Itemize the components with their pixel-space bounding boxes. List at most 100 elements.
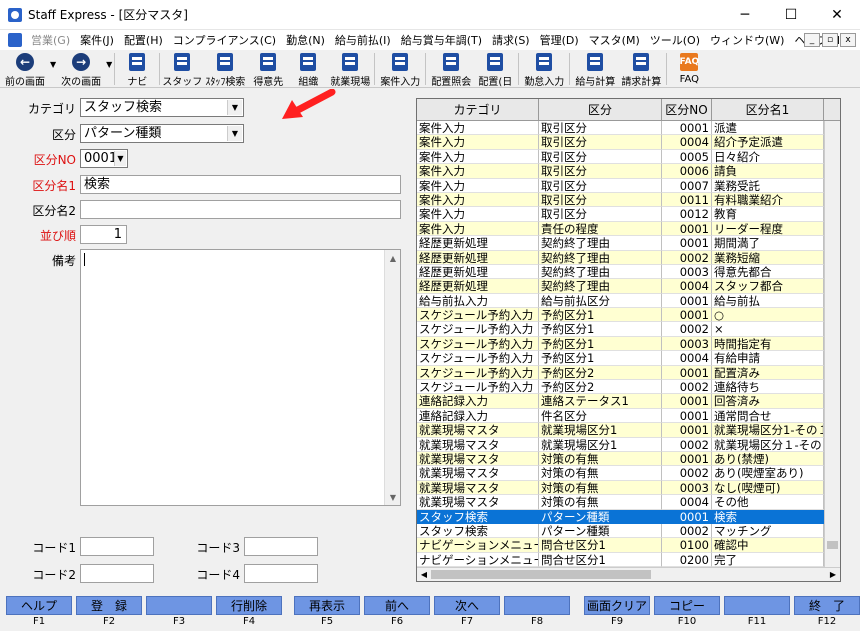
table-row[interactable]: 給与前払入力 給与前払区分 0001 給与前払 xyxy=(417,293,840,309)
grid-horizontal-scrollbar[interactable]: ◀ ▶ xyxy=(417,567,840,581)
next-screen-button[interactable]: → 次の画面 xyxy=(56,50,106,88)
mdi-restore-button[interactable]: ▫ xyxy=(822,33,838,47)
kubun-grid[interactable]: カテゴリ 区分 区分NO 区分名1 案件入力 取引区分 0001 派遣 案件入力 取引区分… xyxy=(416,98,841,582)
fkey-f9-button[interactable]: 画面クリア xyxy=(584,596,650,615)
mdi-minimize-button[interactable]: _ xyxy=(804,33,820,47)
table-row[interactable]: 案件入力 責任の程度 0001 リーダー程度 xyxy=(417,221,840,237)
next-dropdown-icon[interactable]: ▼ xyxy=(106,60,112,69)
scroll-right-icon[interactable]: ▶ xyxy=(826,568,840,581)
table-row[interactable]: 案件入力 取引区分 0011 有料職業紹介 xyxy=(417,192,840,208)
fkey-f2-button[interactable]: 登 録 xyxy=(76,596,142,615)
fkey-f10-button[interactable]: コピー xyxy=(654,596,720,615)
prev-screen-button[interactable]: ← 前の画面 xyxy=(0,50,50,88)
table-row[interactable]: ナビゲーションメニュー 問合せ区分1 0100 確認中 xyxy=(417,538,840,553)
menu-attendance[interactable]: 勤怠(N) xyxy=(281,32,330,48)
mdi-close-button[interactable]: x xyxy=(840,33,856,47)
chevron-down-icon[interactable]: ▼ xyxy=(227,126,242,141)
table-row[interactable]: スケジュール予約入力 予約区分2 0002 連絡待ち xyxy=(417,380,840,395)
category-select[interactable]: スタッフ検索 ▼ xyxy=(80,98,244,117)
table-row[interactable]: 就業現場マスタ 対策の有無 0001 あり(禁煙) xyxy=(417,451,840,467)
fkey-f5-button[interactable]: 再表示 xyxy=(294,596,360,615)
fkey-f3-button[interactable] xyxy=(146,596,212,615)
assign-daily-button[interactable]: 配置(日 xyxy=(474,50,516,88)
assign-query-button[interactable]: 配置照会 xyxy=(428,50,474,88)
staff-button[interactable]: スタッフ xyxy=(162,50,202,88)
name2-input[interactable] xyxy=(80,200,401,219)
table-row[interactable]: 案件入力 取引区分 0006 請負 xyxy=(417,164,840,179)
staff-search-button[interactable]: ｽﾀｯﾌ検索 xyxy=(202,50,248,88)
table-row[interactable]: 経歴更新処理 契約終了理由 0001 期間満了 xyxy=(417,236,840,251)
grid-header-kubun-no[interactable]: 区分NO xyxy=(662,99,712,120)
table-row[interactable]: スケジュール予約入力 予約区分2 0001 配置済み xyxy=(417,365,840,381)
table-row[interactable]: 就業現場マスタ 対策の有無 0004 その他 xyxy=(417,495,840,510)
table-row[interactable]: 案件入力 取引区分 0004 紹介予定派遣 xyxy=(417,135,840,150)
table-row[interactable]: 就業現場マスタ 就業現場区分1 0002 就業現場区分１-その２ xyxy=(417,437,840,452)
minimize-button[interactable]: ─ xyxy=(722,0,768,30)
case-input-button[interactable]: 案件入力 xyxy=(377,50,423,88)
faq-button[interactable]: FAQ FAQ xyxy=(669,50,709,88)
kubun-select[interactable]: パターン種類 ▼ xyxy=(80,124,244,143)
kubun-no-select[interactable]: 0001 ▼ xyxy=(80,149,128,168)
grid-header-category[interactable]: カテゴリ xyxy=(417,99,539,120)
work-site-button[interactable]: 就業現場 xyxy=(328,50,372,88)
table-row[interactable]: 案件入力 取引区分 0005 日々紹介 xyxy=(417,149,840,165)
grid-header-kubun[interactable]: 区分 xyxy=(539,99,662,120)
organization-button[interactable]: 組織 xyxy=(288,50,328,88)
chevron-down-icon[interactable]: ▼ xyxy=(114,151,126,166)
table-row[interactable]: 案件入力 取引区分 0012 教育 xyxy=(417,207,840,222)
table-row[interactable]: 就業現場マスタ 対策の有無 0002 あり(喫煙室あり) xyxy=(417,466,840,481)
chevron-down-icon[interactable]: ▼ xyxy=(227,100,242,115)
menu-prepay[interactable]: 給与前払(I) xyxy=(330,32,396,48)
table-row[interactable]: 連絡記録入力 件名区分 0001 通常問合せ xyxy=(417,408,840,424)
table-row[interactable]: 経歴更新処理 契約終了理由 0004 スタッフ都合 xyxy=(417,279,840,294)
navi-button[interactable]: ナビ xyxy=(117,50,157,88)
fkey-f4-button[interactable]: 行削除 xyxy=(216,596,282,615)
menu-case[interactable]: 案件(J) xyxy=(75,32,119,48)
menu-master[interactable]: マスタ(M) xyxy=(584,32,645,48)
scroll-thumb[interactable] xyxy=(827,541,838,549)
fkey-f8-button[interactable] xyxy=(504,596,570,615)
table-row[interactable]: スケジュール予約入力 予約区分1 0002 × xyxy=(417,322,840,337)
code3-input[interactable] xyxy=(244,537,318,556)
table-row[interactable]: 就業現場マスタ 就業現場区分1 0001 就業現場区分1-その１ xyxy=(417,423,840,438)
memo-textarea[interactable]: ▲ ▼ xyxy=(80,249,401,506)
menu-assign[interactable]: 配置(H) xyxy=(119,32,168,48)
table-row[interactable]: 案件入力 取引区分 0007 業務受託 xyxy=(417,178,840,193)
fkey-f7-button[interactable]: 次へ xyxy=(434,596,500,615)
menu-window[interactable]: ウィンドウ(W) xyxy=(705,32,789,48)
sort-order-input[interactable]: 1 xyxy=(80,225,127,244)
payroll-calc-button[interactable]: 給与計算 xyxy=(572,50,618,88)
close-button[interactable]: ✕ xyxy=(814,0,860,30)
scroll-up-icon[interactable]: ▲ xyxy=(385,250,401,266)
fkey-f1-button[interactable]: ヘルプ xyxy=(6,596,72,615)
table-row[interactable]: ナビゲーションメニュー 問合せ区分1 0200 完了 xyxy=(417,552,840,568)
table-row[interactable]: 案件入力 取引区分 0001 派遣 xyxy=(417,121,840,136)
table-row[interactable]: スタッフ検索 パターン種類 0002 マッチング xyxy=(417,523,840,539)
code4-input[interactable] xyxy=(244,564,318,583)
grid-vertical-scrollbar[interactable] xyxy=(824,121,840,569)
table-row[interactable]: 経歴更新処理 契約終了理由 0002 業務短縮 xyxy=(417,250,840,265)
fkey-f11-button[interactable] xyxy=(724,596,790,615)
menu-sales[interactable]: 営業(G) xyxy=(26,32,75,48)
menu-compliance[interactable]: コンプライアンス(C) xyxy=(168,32,281,48)
attendance-input-button[interactable]: 勤怠入力 xyxy=(521,50,567,88)
code2-input[interactable] xyxy=(80,564,154,583)
table-row[interactable]: スケジュール予約入力 予約区分1 0004 有給申請 xyxy=(417,351,840,366)
maximize-button[interactable]: ☐ xyxy=(768,0,814,30)
fkey-f6-button[interactable]: 前へ xyxy=(364,596,430,615)
table-row[interactable]: スケジュール予約入力 予約区分1 0001 ○ xyxy=(417,308,840,323)
fkey-f12-button[interactable]: 終 了 xyxy=(794,596,860,615)
name1-input[interactable]: 検索 xyxy=(80,175,401,194)
menu-tools[interactable]: ツール(O) xyxy=(645,32,705,48)
table-row[interactable]: 就業現場マスタ 対策の有無 0003 なし(喫煙可) xyxy=(417,480,840,496)
scroll-thumb[interactable] xyxy=(431,570,651,579)
scroll-left-icon[interactable]: ◀ xyxy=(417,568,431,581)
menu-billing[interactable]: 請求(S) xyxy=(487,32,535,48)
menu-admin[interactable]: 管理(D) xyxy=(535,32,584,48)
table-row[interactable]: 連絡記録入力 連絡ステータス1 0001 回答済み xyxy=(417,394,840,409)
scroll-down-icon[interactable]: ▼ xyxy=(385,489,401,505)
memo-scrollbar[interactable]: ▲ ▼ xyxy=(384,250,400,505)
table-row[interactable]: スケジュール予約入力 予約区分1 0003 時間指定有 xyxy=(417,336,840,352)
code1-input[interactable] xyxy=(80,537,154,556)
table-row[interactable]: スタッフ検索 パターン種類 0001 検索 xyxy=(417,509,840,524)
